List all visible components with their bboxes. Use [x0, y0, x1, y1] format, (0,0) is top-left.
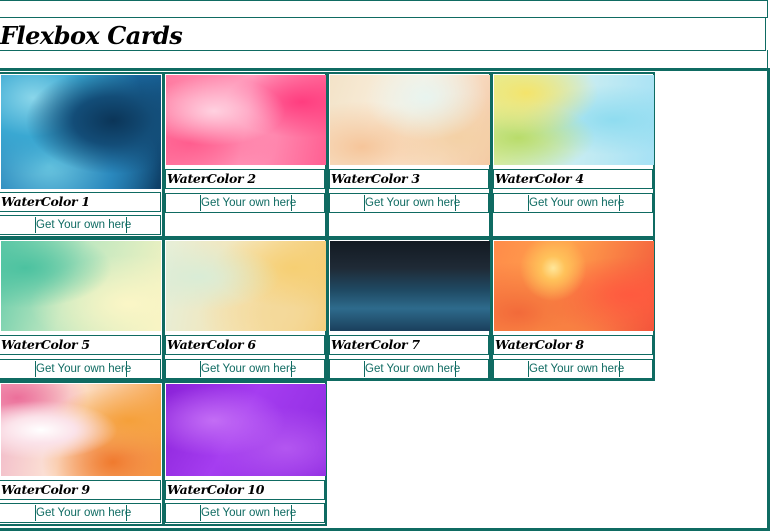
card-link-box: Get Your own here: [493, 359, 653, 379]
card-image: [1, 75, 161, 189]
card-title-box: WaterColor 5: [0, 335, 161, 355]
card-link-box: Get Your own here: [0, 359, 161, 379]
card-link-box: Get Your own here: [165, 359, 325, 379]
card-5: WaterColor 5 Get Your own here: [0, 238, 164, 381]
card-title: WaterColor 4: [495, 171, 584, 186]
card-image: [1, 241, 161, 331]
card-9: WaterColor 9 Get Your own here: [0, 381, 164, 526]
card-link-box: Get Your own here: [329, 193, 489, 213]
card-title-box: WaterColor 8: [493, 335, 653, 355]
header-bottom-bar: [0, 50, 768, 69]
card-image: [494, 75, 654, 165]
card-title: WaterColor 10: [167, 482, 265, 497]
card-link[interactable]: Get Your own here: [35, 505, 131, 521]
card-title-box: WaterColor 9: [0, 480, 161, 500]
card-link[interactable]: Get Your own here: [35, 361, 131, 377]
card-image: [166, 241, 326, 331]
card-10: WaterColor 10 Get Your own here: [163, 381, 327, 526]
card-link-box: Get Your own here: [0, 215, 161, 235]
top-bar: [0, 0, 768, 18]
card-title-box: WaterColor 2: [165, 169, 325, 189]
card-title-box: WaterColor 6: [165, 335, 325, 355]
page-title: Flexbox Cards: [0, 21, 183, 50]
card-title: WaterColor 2: [167, 171, 256, 186]
card-title: WaterColor 3: [331, 171, 420, 186]
card-title-box: WaterColor 7: [329, 335, 489, 355]
card-image: [1, 384, 161, 476]
card-3: WaterColor 3 Get Your own here: [327, 72, 491, 238]
card-title-box: WaterColor 1: [0, 192, 161, 212]
card-title-box: WaterColor 10: [165, 480, 325, 500]
card-2: WaterColor 2 Get Your own here: [163, 72, 327, 238]
card-title: WaterColor 7: [331, 337, 420, 352]
card-title: WaterColor 5: [1, 337, 90, 352]
card-title: WaterColor 9: [1, 482, 90, 497]
card-link-box: Get Your own here: [329, 359, 489, 379]
card-7: WaterColor 7 Get Your own here: [327, 238, 491, 381]
card-title: WaterColor 1: [1, 194, 90, 209]
card-image: [166, 384, 326, 476]
card-link-box: Get Your own here: [0, 503, 161, 523]
card-link[interactable]: Get Your own here: [364, 195, 460, 211]
card-4: WaterColor 4 Get Your own here: [491, 72, 655, 238]
card-image: [330, 241, 490, 331]
card-image: [330, 75, 490, 165]
card-title-box: WaterColor 3: [329, 169, 489, 189]
card-link-box: Get Your own here: [165, 193, 325, 213]
card-title: WaterColor 8: [495, 337, 584, 352]
card-image: [166, 75, 326, 165]
card-link[interactable]: Get Your own here: [35, 217, 131, 233]
card-8: WaterColor 8 Get Your own here: [491, 238, 655, 381]
card-title: WaterColor 6: [167, 337, 256, 352]
card-link[interactable]: Get Your own here: [200, 195, 296, 211]
card-link[interactable]: Get Your own here: [528, 361, 624, 377]
card-image: [494, 241, 654, 331]
card-link[interactable]: Get Your own here: [364, 361, 460, 377]
card-link[interactable]: Get Your own here: [528, 195, 624, 211]
card-6: WaterColor 6 Get Your own here: [163, 238, 327, 381]
card-title-box: WaterColor 4: [493, 169, 653, 189]
card-link-box: Get Your own here: [165, 503, 325, 523]
card-1: WaterColor 1 Get Your own here: [0, 72, 164, 238]
card-link[interactable]: Get Your own here: [200, 361, 296, 377]
card-link-box: Get Your own here: [493, 193, 653, 213]
card-link[interactable]: Get Your own here: [200, 505, 296, 521]
